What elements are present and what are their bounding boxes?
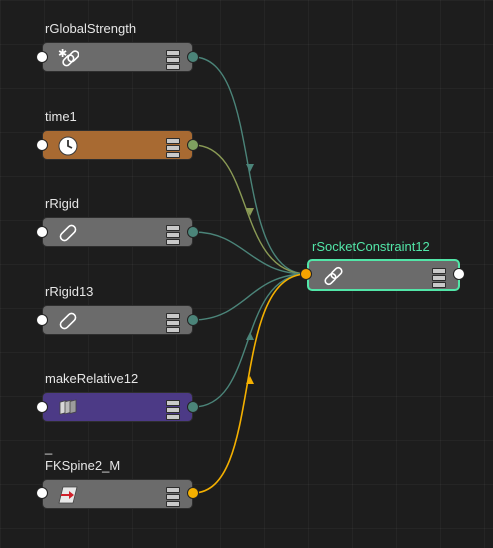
menu-icon[interactable] <box>166 50 180 70</box>
arrow-marker-1 <box>246 164 254 172</box>
node-rglobalstrength[interactable]: ✱ <box>42 42 193 72</box>
output-port-fkspine2[interactable] <box>187 487 199 499</box>
menu-icon[interactable] <box>166 487 180 507</box>
clock-icon <box>57 135 79 157</box>
node-fkspine2[interactable] <box>42 479 193 509</box>
node-label-rrigid: rRigid <box>45 196 79 211</box>
node-label-makerelative12: makeRelative12 <box>45 371 139 386</box>
output-port-rsocketconstraint12[interactable] <box>453 268 465 280</box>
chain-link-icon <box>323 265 345 287</box>
node-makerelative12[interactable] <box>42 392 193 422</box>
output-port-time1[interactable] <box>187 139 199 151</box>
menu-icon[interactable] <box>166 138 180 158</box>
node-label-prefix-fkspine2: _ <box>45 440 53 455</box>
pill-icon <box>57 310 79 332</box>
pill-icon <box>57 222 79 244</box>
input-port-rrigid13[interactable] <box>36 314 48 326</box>
global-strength-link-icon: ✱ <box>57 47 80 69</box>
node-rrigid13[interactable] <box>42 305 193 335</box>
menu-icon[interactable] <box>166 225 180 245</box>
node-label-fkspine2: FKSpine2_M <box>45 458 121 473</box>
wire-makerelative12[interactable] <box>192 273 307 408</box>
node-label-rglobalstrength: rGlobalStrength <box>45 21 137 36</box>
stack-icon <box>57 397 79 419</box>
node-label-rrigid13: rRigid13 <box>45 284 94 299</box>
input-port-rsocketconstraint12[interactable] <box>300 268 312 280</box>
arrow-marker-3 <box>246 332 254 340</box>
output-port-makerelative12[interactable] <box>187 401 199 413</box>
node-rsocketconstraint12[interactable] <box>307 259 460 291</box>
node-rrigid[interactable] <box>42 217 193 247</box>
input-port-rglobalstrength[interactable] <box>36 51 48 63</box>
node-label-rsocketconstraint12: rSocketConstraint12 <box>312 239 430 254</box>
input-port-time1[interactable] <box>36 139 48 151</box>
node-label-time1: time1 <box>45 109 77 124</box>
input-port-rrigid[interactable] <box>36 226 48 238</box>
input-port-fkspine2[interactable] <box>36 487 48 499</box>
node-time1[interactable] <box>42 130 193 160</box>
input-port-makerelative12[interactable] <box>36 401 48 413</box>
wire-rrigid13[interactable] <box>192 273 307 321</box>
menu-icon[interactable] <box>166 313 180 333</box>
joint-arrow-icon <box>57 484 79 506</box>
menu-icon[interactable] <box>432 268 446 288</box>
output-port-rrigid13[interactable] <box>187 314 199 326</box>
wire-rrigid[interactable] <box>192 231 307 275</box>
output-port-rrigid[interactable] <box>187 226 199 238</box>
menu-icon[interactable] <box>166 400 180 420</box>
output-port-rglobalstrength[interactable] <box>187 51 199 63</box>
